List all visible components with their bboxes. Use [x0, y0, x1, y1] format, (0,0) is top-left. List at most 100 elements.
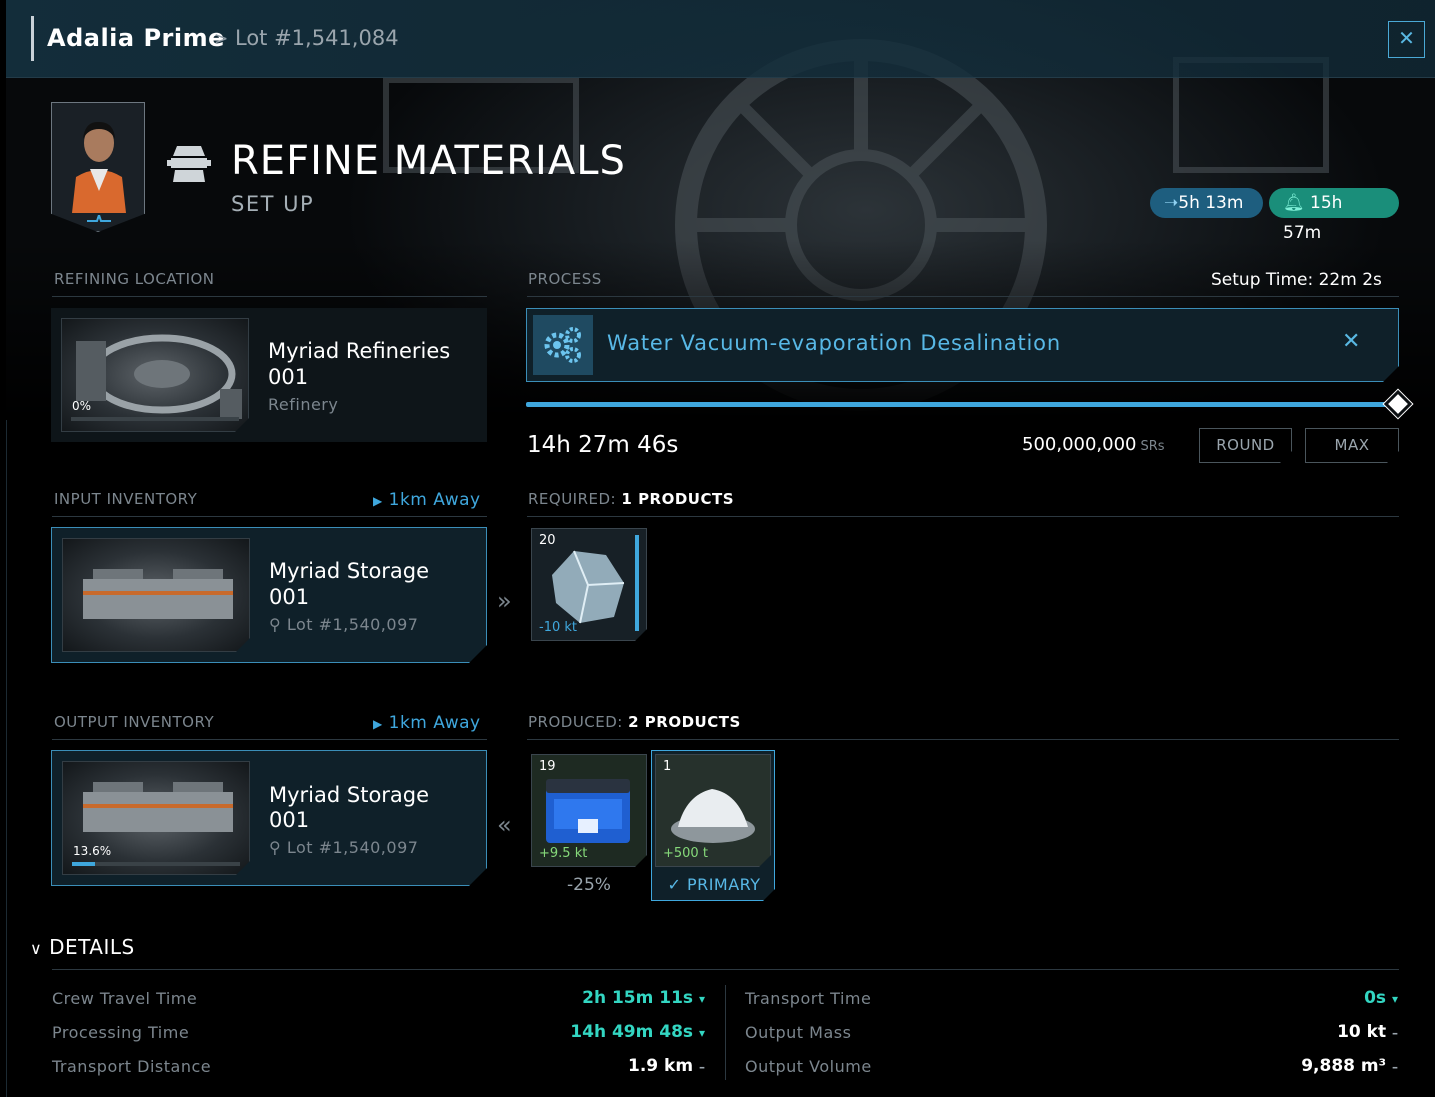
storage-thumbnail — [62, 538, 250, 652]
produced-qty: 1 — [663, 759, 672, 774]
divider — [52, 296, 487, 297]
produced-amount: +500 t — [663, 846, 708, 861]
output-lot: ⚲ Lot #1,540,097 — [269, 838, 418, 857]
setup-time: Setup Time: 22m 2s — [1211, 270, 1382, 290]
breadcrumb-asteroid[interactable]: Adalia Prime — [47, 24, 225, 52]
round-button[interactable]: ROUND — [1199, 428, 1292, 463]
travel-time-badge: ➝5h 13m — [1150, 188, 1263, 218]
salt-pile-icon — [666, 773, 760, 853]
max-button[interactable]: MAX — [1305, 428, 1399, 463]
detail-value-text: 10 kt — [1337, 1022, 1387, 1042]
required-count: 1 PRODUCTS — [621, 490, 735, 508]
required-label-text: REQUIRED: — [528, 490, 617, 508]
trend-down-icon: ▾ — [698, 1026, 705, 1040]
produced-label-text: PRODUCED: — [528, 713, 623, 731]
location-name-line1: Myriad Refineries — [268, 339, 451, 363]
produced-qty: 19 — [539, 759, 556, 774]
produced-item-salt[interactable]: 1 +500 t — [655, 754, 771, 867]
output-fill-percent: 13.6% — [73, 844, 112, 858]
refinery-image-icon — [62, 319, 249, 432]
process-label: PROCESS — [528, 270, 602, 288]
required-qty: 20 — [539, 533, 556, 548]
location-pin-icon: ⚲ — [269, 615, 282, 634]
location-fill-percent: 0% — [72, 399, 92, 413]
rank-chevron-icon — [87, 215, 111, 222]
refinery-building-icon — [167, 146, 211, 182]
divider — [52, 969, 1399, 970]
input-lot: ⚲ Lot #1,540,097 — [269, 615, 418, 634]
detail-label: Transport Distance — [52, 1057, 212, 1076]
process-thumbnail — [533, 315, 593, 375]
alarm-time-badge: 🔔︎ 15h 57m — [1269, 188, 1399, 243]
output-distance-value: 1km Away — [388, 713, 481, 733]
detail-value-text: 14h 49m 48s — [570, 1022, 694, 1042]
required-item-water-ice[interactable]: 20 -10 kt — [531, 528, 647, 641]
produced-label: PRODUCED: 2 PRODUCTS — [528, 713, 741, 731]
process-duration: 14h 27m 46s — [527, 432, 679, 458]
amount-unit: SRs — [1140, 439, 1165, 454]
produced-item-salt-card[interactable]: 1 +500 t ✓ PRIMARY — [651, 750, 775, 901]
divider — [527, 739, 1399, 740]
process-selector[interactable]: Water Vacuum-evaporation Desalination ✕ — [526, 308, 1399, 382]
play-arrow-icon: ▶ — [373, 494, 383, 508]
detail-value-text: 0s — [1364, 988, 1387, 1008]
selection-indicator — [635, 535, 639, 631]
bell-icon: 🔔︎ — [1283, 193, 1305, 213]
required-amount: -10 kt — [539, 620, 577, 635]
divider — [52, 516, 487, 517]
chevron-down-icon: ∨ — [30, 939, 43, 958]
divider — [527, 516, 1399, 517]
gears-icon — [533, 315, 593, 375]
trend-flat-icon: – — [699, 1060, 705, 1074]
produced-amount: +9.5 kt — [539, 846, 588, 861]
detail-value-text: 2h 15m 11s — [582, 988, 694, 1008]
detail-value-text: 1.9 km — [628, 1056, 694, 1076]
detail-value: 14h 49m 48s ▾ — [570, 1022, 705, 1042]
input-lot-value: Lot #1,540,097 — [286, 615, 419, 634]
divider — [52, 739, 487, 740]
trend-down-icon: ▾ — [698, 992, 705, 1006]
produced-yield-note: -25% — [567, 875, 611, 895]
amount-slider-track[interactable] — [526, 402, 1399, 407]
detail-label: Processing Time — [52, 1023, 190, 1042]
input-inventory-label: INPUT INVENTORY — [54, 490, 198, 508]
clear-process-button[interactable]: ✕ — [1342, 329, 1360, 354]
location-fill-bar — [71, 417, 239, 421]
storage-image-icon — [63, 539, 250, 652]
detail-label: Transport Time — [745, 989, 872, 1008]
travel-time-value: 5h 13m — [1178, 193, 1244, 213]
output-inventory-label: OUTPUT INVENTORY — [54, 713, 215, 731]
crew-avatar-icon — [72, 121, 126, 213]
page-subtitle: SET UP — [231, 192, 315, 216]
refinery-thumbnail: 0% — [61, 318, 249, 432]
storage-thumbnail: 13.6% — [62, 761, 250, 875]
output-lot-value: Lot #1,540,097 — [286, 838, 419, 857]
produced-item-crate[interactable]: 19 +9.5 kt — [531, 754, 647, 867]
breadcrumb-lot[interactable]: Lot #1,541,084 — [235, 26, 399, 50]
divider — [527, 296, 1399, 297]
detail-value: 1.9 km – — [628, 1056, 705, 1076]
output-inventory-card[interactable]: 13.6% Myriad Storage 001 ⚲ Lot #1,540,09… — [51, 750, 487, 886]
trend-down-icon: ▾ — [1391, 992, 1398, 1006]
storage-image-icon — [63, 762, 250, 875]
location-name-line2: 001 — [268, 365, 309, 389]
detail-value: 10 kt – — [1337, 1022, 1398, 1042]
detail-label: Output Volume — [745, 1057, 872, 1076]
details-column-divider — [725, 985, 726, 1080]
required-label: REQUIRED: 1 PRODUCTS — [528, 490, 734, 508]
close-button[interactable]: ✕ — [1388, 21, 1425, 58]
process-name: Water Vacuum-evaporation Desalination — [607, 331, 1061, 355]
crew-portrait[interactable] — [51, 102, 145, 232]
produced-count: 2 PRODUCTS — [628, 713, 741, 731]
details-toggle[interactable]: ∨ DETAILS — [30, 935, 135, 959]
output-fill-bar — [72, 862, 240, 866]
location-type: Refinery — [268, 395, 339, 414]
input-name-line1: Myriad Storage — [269, 559, 430, 583]
detail-label: Crew Travel Time — [52, 989, 198, 1008]
arrow-right-icon: ➝ — [1164, 193, 1179, 213]
chevrons-right-icon: » — [497, 587, 512, 615]
input-inventory-card[interactable]: Myriad Storage 001 ⚲ Lot #1,540,097 — [51, 527, 487, 663]
amount-value[interactable]: 500,000,000 SRs — [1022, 434, 1165, 455]
refining-location-card[interactable]: 0% Myriad Refineries 001 Refinery — [51, 308, 487, 442]
amount-number: 500,000,000 — [1022, 434, 1137, 455]
